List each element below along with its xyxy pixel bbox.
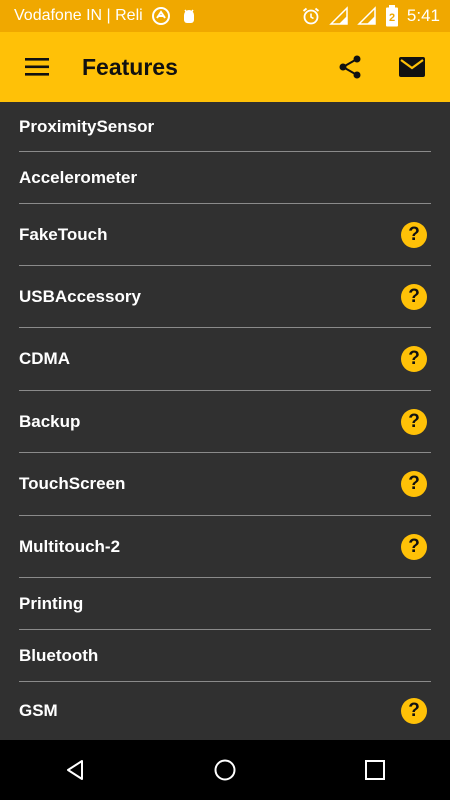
- list-item[interactable]: TouchScreen ?: [19, 453, 431, 516]
- help-icon[interactable]: ?: [401, 221, 427, 248]
- feature-label: USBAccessory: [19, 286, 141, 306]
- list-item[interactable]: Backup ?: [19, 391, 431, 453]
- list-item[interactable]: Multitouch-2 ?: [19, 516, 431, 578]
- mail-icon[interactable]: [388, 43, 436, 91]
- feature-label: GSM: [19, 701, 58, 720]
- feature-label: TouchScreen: [19, 474, 126, 493]
- feature-label: FakeTouch: [19, 224, 108, 244]
- signal-icon: [329, 6, 349, 26]
- back-icon[interactable]: [45, 740, 105, 800]
- navigation-bar: [0, 740, 450, 800]
- list-item[interactable]: Accelerometer: [19, 152, 431, 204]
- carrier-name: Vodafone IN | Reli: [14, 7, 143, 24]
- signal-icon: [357, 6, 377, 26]
- app-notification-icon: [151, 6, 171, 26]
- feature-label: Backup: [19, 411, 81, 431]
- help-icon[interactable]: ?: [401, 283, 427, 310]
- list-item[interactable]: USBAccessory ?: [19, 266, 431, 328]
- app-bar: Features: [0, 32, 450, 102]
- home-icon[interactable]: [195, 740, 255, 800]
- feature-list: ProximitySensor Accelerometer FakeTouch …: [0, 102, 450, 740]
- clock: 5:41: [406, 6, 440, 25]
- recents-icon[interactable]: [345, 740, 405, 800]
- feature-label: Multitouch-2: [19, 536, 121, 556]
- share-icon[interactable]: [326, 43, 374, 91]
- help-icon[interactable]: ?: [401, 471, 427, 497]
- list-item[interactable]: ProximitySensor: [19, 102, 431, 152]
- feature-label: ProximitySensor: [19, 116, 155, 136]
- android-debug-icon: [179, 6, 199, 26]
- list-item[interactable]: CDMA ?: [19, 328, 431, 391]
- feature-label: Printing: [19, 593, 84, 613]
- feature-label: Accelerometer: [19, 167, 138, 187]
- menu-icon[interactable]: [22, 43, 54, 91]
- list-item[interactable]: Printing: [19, 578, 431, 630]
- list-item[interactable]: FakeTouch ?: [19, 204, 431, 266]
- list-item[interactable]: Bluetooth: [19, 630, 431, 682]
- page-title: Features: [82, 53, 178, 80]
- list-item[interactable]: GSM ?: [19, 682, 431, 740]
- help-icon[interactable]: ?: [401, 408, 427, 435]
- help-icon[interactable]: ?: [401, 533, 427, 560]
- status-bar: Vodafone IN | Reli 2 5:41: [0, 0, 450, 32]
- battery-icon: 2: [385, 5, 399, 27]
- help-icon[interactable]: ?: [401, 698, 427, 724]
- feature-label: Bluetooth: [19, 645, 99, 665]
- battery-level: 2: [389, 12, 395, 24]
- alarm-icon: [301, 6, 321, 26]
- help-icon[interactable]: ?: [401, 346, 427, 372]
- feature-label: CDMA: [19, 349, 70, 368]
